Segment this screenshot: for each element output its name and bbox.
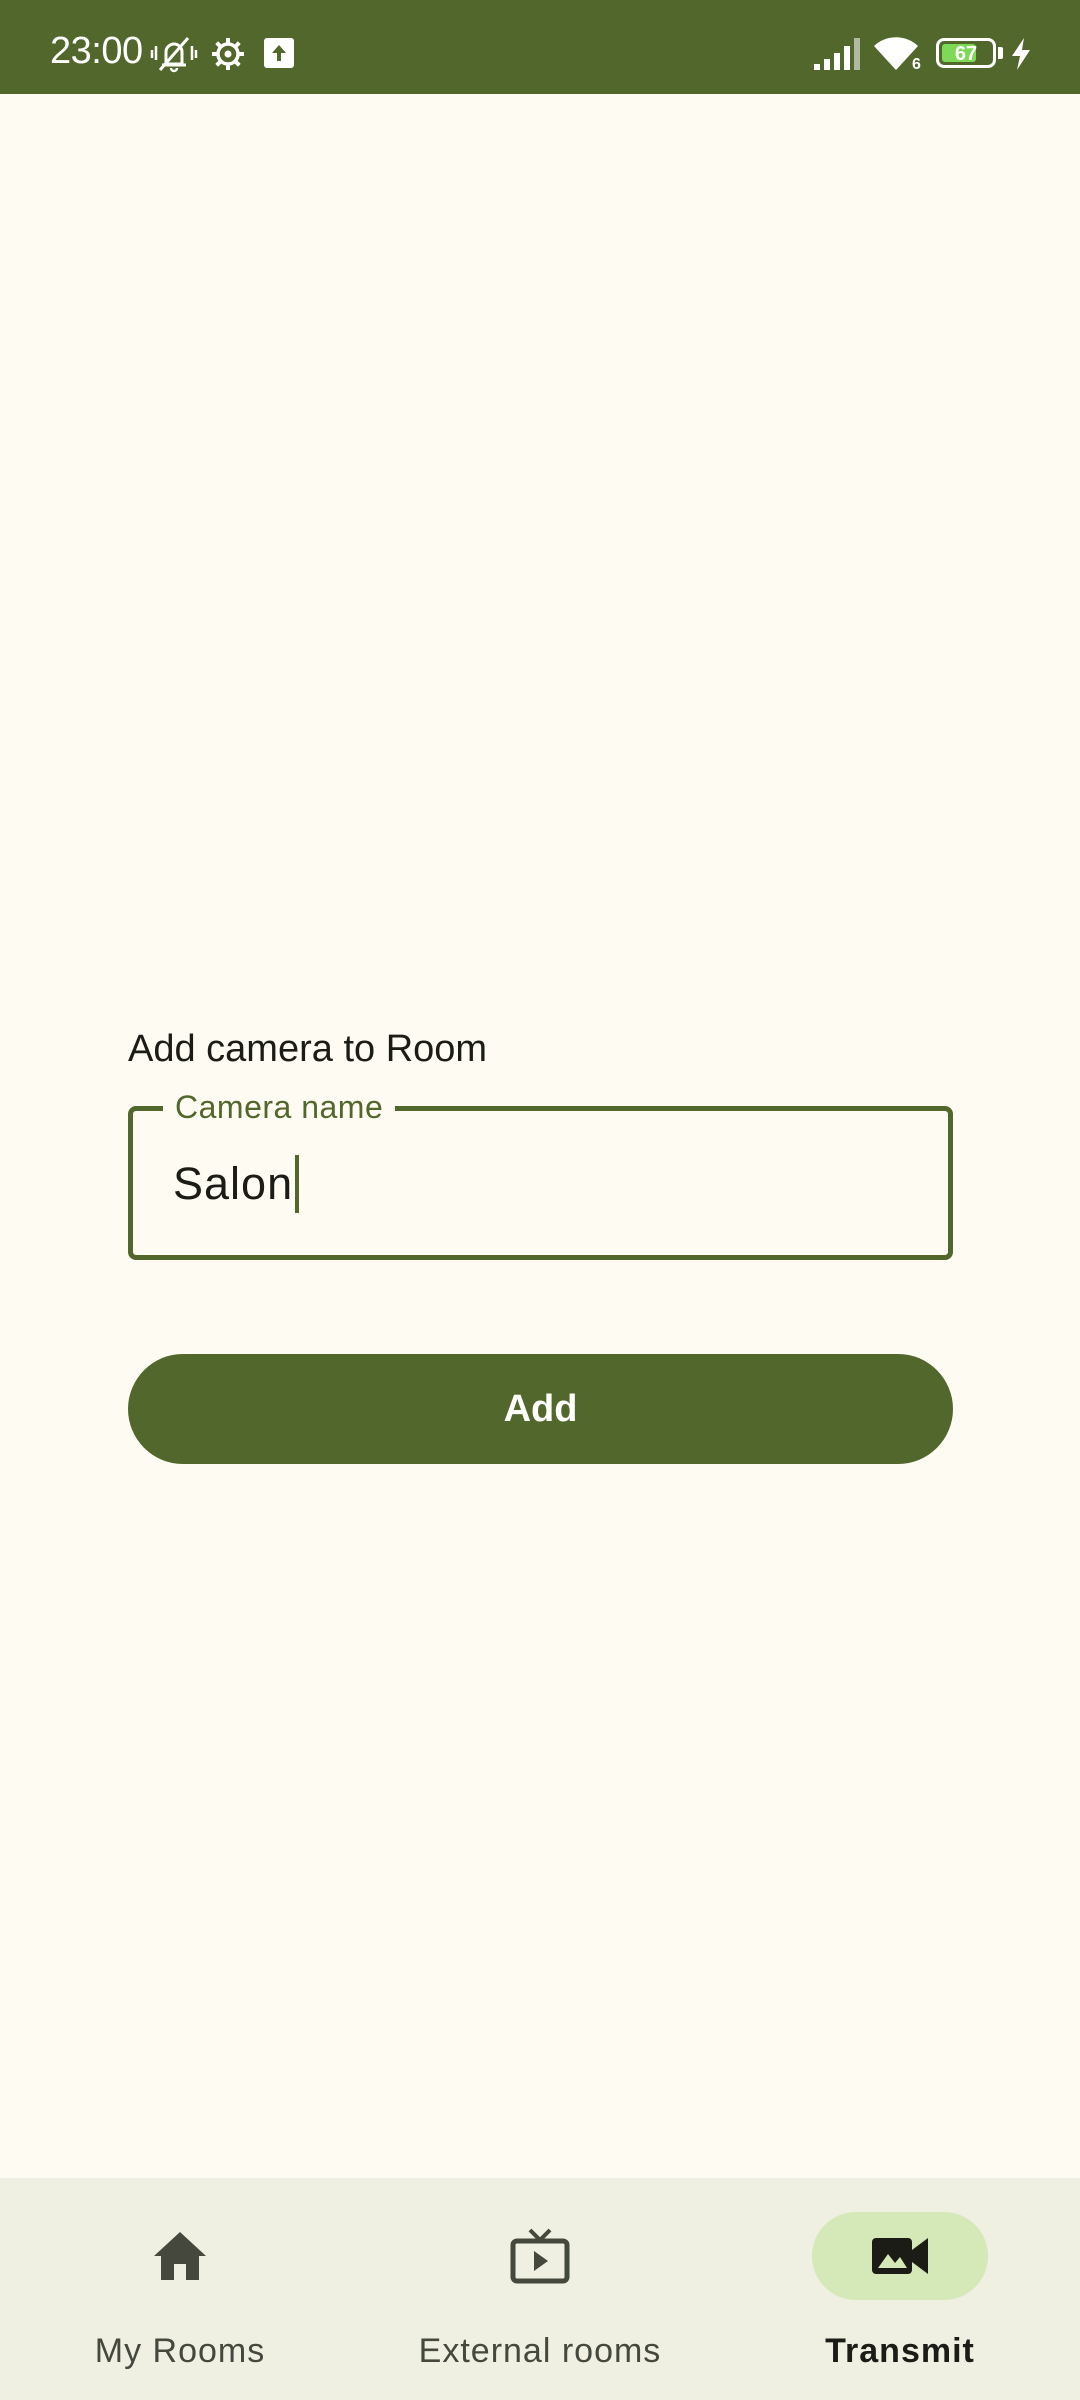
nav-item-transmit[interactable]: Transmit [720,2178,1080,2400]
status-time: 23:00 [50,30,143,72]
add-button[interactable]: Add [128,1354,953,1464]
nav-item-external-rooms[interactable]: External rooms [360,2178,720,2400]
add-button-label: Add [503,1387,578,1430]
camera-name-field[interactable]: Camera name Salon [128,1089,953,1260]
videocam-icon [872,2238,928,2274]
bottom-navigation: My Rooms External rooms Transmit [0,2178,1080,2400]
camera-name-label: Camera name [163,1089,396,1126]
form-title: Add camera to Room [128,1028,488,1070]
battery-icon: 67 [936,38,996,68]
nav-item-my-rooms[interactable]: My Rooms [0,2178,360,2400]
live-tv-icon [510,2228,570,2284]
vibrate-off-icon [150,37,198,73]
nav-label-external-rooms: External rooms [418,2332,662,2370]
settings-gear-icon [212,38,244,70]
battery-level: 67 [954,43,978,65]
battery-tip [998,47,1003,59]
camera-name-value: Salon [173,1158,294,1209]
status-bar: 23:00 6 67 [0,0,1080,94]
nav-label-my-rooms: My Rooms [94,2332,266,2370]
camera-name-input[interactable]: Salon [173,1155,300,1213]
nav-label-transmit: Transmit [825,2332,975,2370]
upload-icon [264,38,294,68]
text-cursor [295,1155,300,1213]
home-icon [154,2232,206,2280]
charging-bolt-icon [1012,38,1030,70]
wifi-label: 6 [912,56,921,73]
signal-icon [814,38,860,70]
